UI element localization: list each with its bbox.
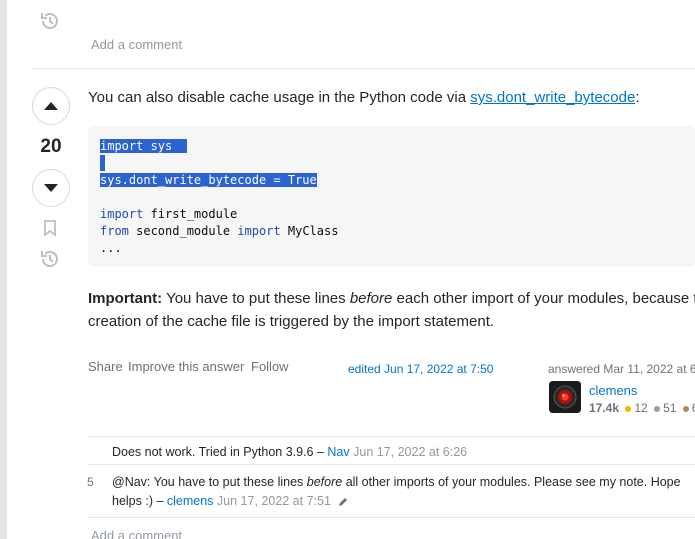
follow-link[interactable]: Follow [251,359,289,374]
comment-separator [88,517,695,518]
reputation-score: 17.4k [589,401,620,415]
comment-emphasis: before [306,475,343,489]
add-comment-link-bottom[interactable]: Add a comment [91,528,182,539]
pencil-icon[interactable] [337,496,349,508]
comment-user-link[interactable]: clemens [167,494,214,508]
user-stats: 17.4k 12 51 6 [589,401,695,415]
share-link[interactable]: Share [88,359,123,374]
add-comment-link-top[interactable]: Add a comment [91,37,182,52]
comment-user-link[interactable]: Nav [327,445,349,459]
important-paragraph-line-1: Important: You have to put these lines b… [88,290,695,307]
history-icon[interactable] [39,10,61,37]
arrow-down-icon [44,184,58,192]
answer-intro: You can also disable cache usage in the … [88,89,640,106]
comment-date[interactable]: Jun 17, 2022 at 6:26 [353,445,467,459]
silver-badge-count: 51 [663,401,677,415]
bronze-badge-icon [682,405,689,412]
code-text: second_module [128,224,238,238]
comment-2-line-1: @Nav: You have to put these lines before… [112,475,681,489]
downvote-button[interactable] [32,169,70,207]
history-icon[interactable] [39,248,61,275]
code-line-2-text: sys.dont_write_bytecode = True [100,173,317,187]
comments-separator [88,436,695,437]
code-keyword: from [100,224,129,238]
selection-tail [172,139,187,153]
silver-badge-icon [654,405,661,412]
improve-answer-link[interactable]: Improve this answer [128,359,244,374]
comment-date[interactable]: Jun 17, 2022 at 7:51 [217,494,331,508]
important-text: each other import of your modules, becau… [392,290,695,307]
code-line-1: import sys [100,139,187,153]
sys-dont-write-bytecode-link[interactable]: sys.dont_write_bytecode [470,89,635,106]
important-paragraph-line-2: creation of the cache file is triggered … [88,313,495,330]
gold-badge-icon [625,405,632,412]
comment-2-line-2: helps :) – clemens Jun 17, 2022 at 7:51 [112,494,349,508]
code-text: first_module [143,207,238,221]
code-line-1-text: import sys [100,139,173,153]
bookmark-icon[interactable] [42,219,58,242]
important-emphasis: before [349,290,393,307]
comment-text: all other imports of your modules. Pleas… [342,475,681,489]
left-scroll-edge [0,0,7,539]
code-line-2: sys.dont_write_bytecode = True [100,173,317,187]
comment-text: Does not work. Tried in Python 3.9.6 – [112,445,328,459]
answer-intro-colon: : [635,89,640,106]
comment-separator [88,464,695,465]
answer-intro-text: You can also disable cache usage in the … [88,89,471,106]
arrow-up-icon [44,102,58,110]
comment-text: @Nav: You have to put these lines [112,475,307,489]
comment-text: helps :) – [112,494,167,508]
comment-1: Does not work. Tried in Python 3.9.6 – N… [112,445,467,459]
answered-date: answered Mar 11, 2022 at 6 [548,362,695,376]
code-keyword: import [237,224,281,238]
selection-gap [100,155,105,171]
upvote-button[interactable] [32,87,70,125]
code-line-4: from second_module import MyClass [100,224,338,238]
code-text: MyClass [280,224,339,238]
comment-score: 5 [87,475,94,489]
code-line-3: import first_module [100,207,237,221]
post-separator [31,68,695,69]
gold-badge-count: 12 [634,401,648,415]
code-line-5: ... [100,241,122,255]
edited-link[interactable]: edited Jun 17, 2022 at 7:50 [348,362,493,376]
avatar[interactable] [549,381,581,413]
important-label: Important: [88,290,163,307]
code-keyword: import [100,207,144,221]
user-name-link[interactable]: clemens [589,383,637,398]
vote-count: 20 [40,136,62,157]
important-text: You have to put these lines [162,290,350,307]
